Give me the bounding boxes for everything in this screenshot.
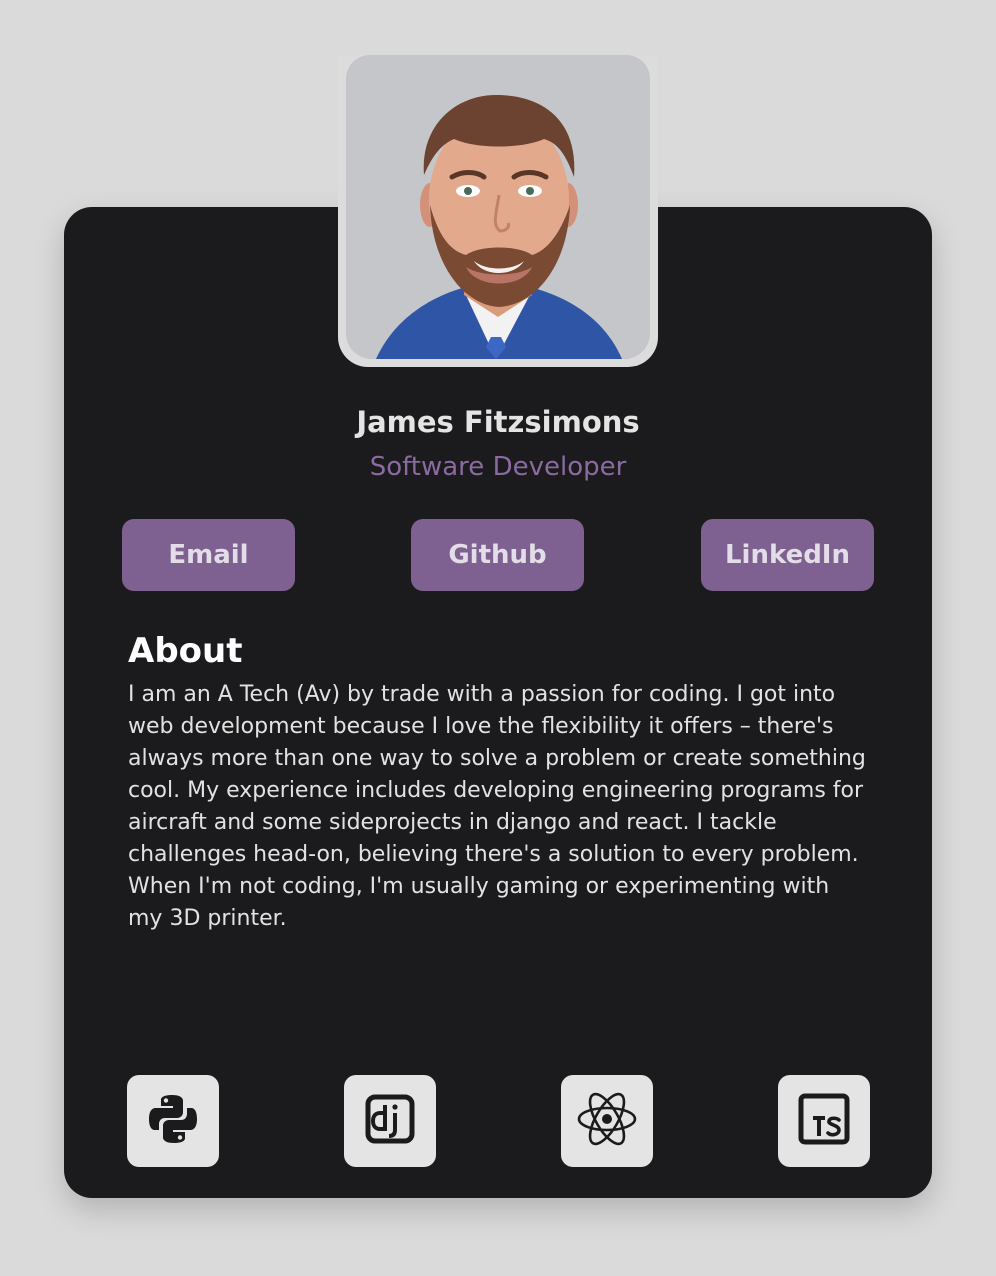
python-icon <box>146 1092 200 1150</box>
linkedin-button[interactable]: LinkedIn <box>701 519 874 591</box>
react-icon <box>576 1088 638 1154</box>
profile-photo <box>346 55 650 359</box>
about-text: I am an A Tech (Av) by trade with a pass… <box>128 682 866 931</box>
profile-role: Software Developer <box>369 452 627 482</box>
react-tile[interactable] <box>561 1075 653 1167</box>
python-tile[interactable] <box>127 1075 219 1167</box>
profile-name: James Fitzsimons <box>356 405 640 439</box>
typescript-tile[interactable] <box>778 1075 870 1167</box>
about-heading: About <box>128 631 243 671</box>
django-tile[interactable] <box>344 1075 436 1167</box>
email-button[interactable]: Email <box>122 519 295 591</box>
django-icon <box>363 1092 417 1150</box>
github-button[interactable]: Github <box>411 519 584 591</box>
typescript-icon <box>797 1092 851 1150</box>
